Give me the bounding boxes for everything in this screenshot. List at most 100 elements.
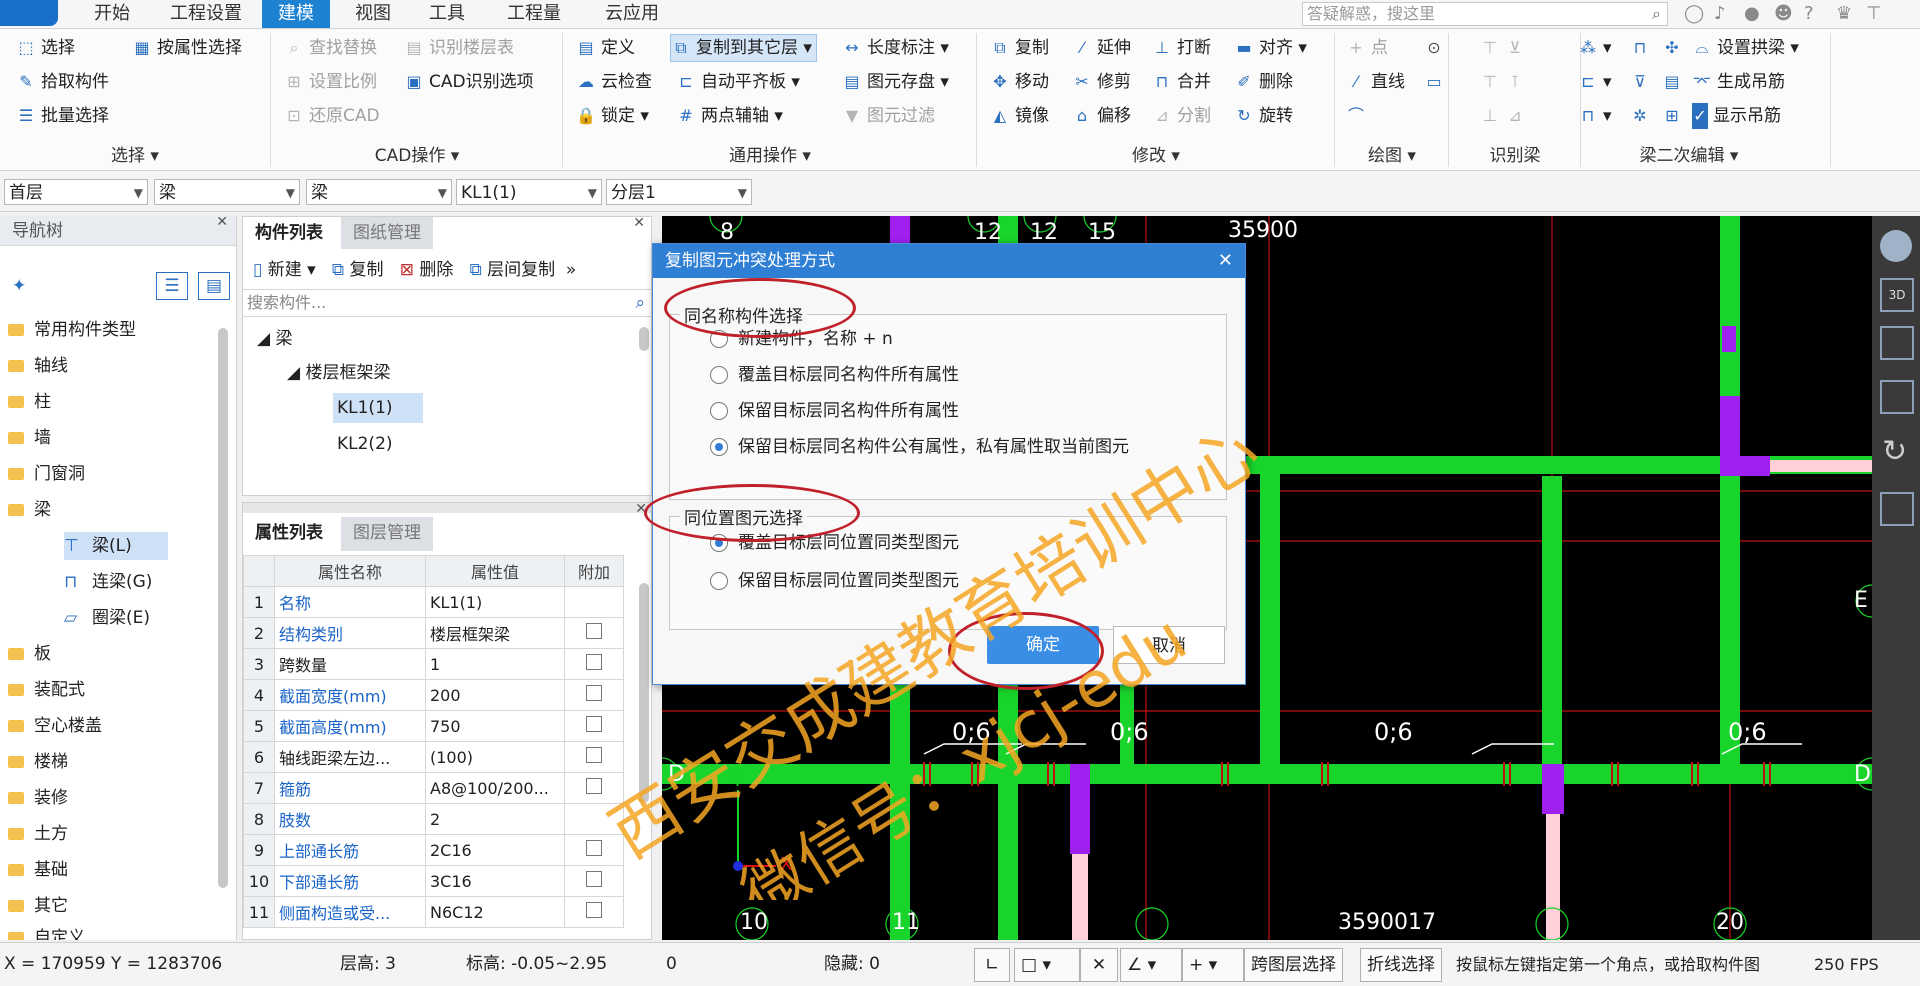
property-row[interactable]: 10 下部通长筋 3C16 bbox=[243, 865, 624, 897]
beam-tool-9-button[interactable]: ⊞ bbox=[1662, 103, 1687, 129]
nav-item-beam[interactable]: 梁 bbox=[8, 496, 51, 524]
break-button[interactable]: ⊥ 打断 bbox=[1152, 35, 1211, 61]
tree-node-kl1[interactable]: KL1(1) bbox=[333, 393, 423, 423]
draw-circle-button[interactable]: ⊙ bbox=[1424, 35, 1449, 61]
generate-hanger-bar-button[interactable]: ⌤ 生成吊筋 bbox=[1692, 69, 1785, 95]
property-value[interactable]: 2C16 bbox=[425, 834, 565, 866]
beam-tool-6-button[interactable]: ▤ bbox=[1662, 69, 1687, 95]
property-row[interactable]: 7 箍筋 A8@100/200... bbox=[243, 772, 624, 804]
chat-icon[interactable]: ● bbox=[1744, 3, 1760, 24]
property-attach-cell[interactable] bbox=[564, 648, 624, 680]
menu-tab-tools[interactable]: 工具 bbox=[414, 0, 480, 28]
cad-identify-options-button[interactable]: ▣ CAD识别选项 bbox=[404, 69, 533, 95]
nav-item-prefab[interactable]: 装配式 bbox=[8, 676, 85, 704]
delete-component-button[interactable]: ⊠ 删除 bbox=[400, 260, 454, 280]
detail-view-icon[interactable]: ▤ bbox=[198, 272, 230, 300]
search-icon[interactable]: ⌕ bbox=[635, 290, 645, 316]
view-settings-icon[interactable] bbox=[1880, 492, 1914, 526]
property-row[interactable]: 2 结构类别 楼层框架梁 bbox=[243, 617, 624, 649]
property-value[interactable]: KL1(1) bbox=[425, 586, 565, 618]
skin-icon[interactable]: ♛ bbox=[1836, 3, 1852, 24]
menu-tab-modeling[interactable]: 建模 bbox=[262, 0, 330, 28]
tab-property-list[interactable]: 属性列表 bbox=[243, 517, 335, 551]
property-row[interactable]: 6 轴线距梁左边... (100) bbox=[243, 741, 624, 773]
menu-tab-cloud[interactable]: 云应用 bbox=[588, 0, 676, 28]
draw-arc-button[interactable]: ⌒ bbox=[1346, 103, 1371, 129]
move-button[interactable]: ✥ 移动 bbox=[990, 69, 1049, 95]
nav-item-wall[interactable]: 墙 bbox=[8, 424, 51, 452]
beam-tool-2-button[interactable]: ⊓ bbox=[1630, 35, 1655, 61]
property-value[interactable]: N6C12 bbox=[425, 896, 565, 928]
identify-beam-rebar-button[interactable]: ⊥ ⊿ bbox=[1480, 103, 1530, 129]
component-category-select[interactable]: 梁 ▼ bbox=[154, 179, 300, 205]
new-component-button[interactable]: ▯ 新建 ▾ bbox=[253, 260, 316, 280]
pick-component-button[interactable]: ✎ 拾取构件 bbox=[16, 69, 109, 95]
property-attach-cell[interactable] bbox=[564, 772, 624, 804]
service-icon[interactable]: ☻ bbox=[1774, 3, 1793, 24]
ribbon-group-select-label[interactable]: 选择 ▾ bbox=[0, 145, 270, 167]
property-scrollbar[interactable] bbox=[639, 583, 649, 803]
ribbon-group-beam-edit-label[interactable]: 梁二次编辑 ▾ bbox=[1582, 145, 1796, 167]
attach-checkbox[interactable] bbox=[586, 871, 602, 887]
component-type-select[interactable]: 梁 ▼ bbox=[306, 179, 452, 205]
nav-item-link-beam[interactable]: ⊓ 连梁(G) bbox=[64, 568, 152, 596]
batch-select-button[interactable]: ☰ 批量选择 bbox=[16, 103, 109, 129]
component-select[interactable]: KL1(1) ▼ bbox=[456, 179, 602, 205]
bell-icon[interactable]: ♪ bbox=[1714, 3, 1726, 24]
merge-button[interactable]: ⊓ 合并 bbox=[1152, 69, 1211, 95]
property-row[interactable]: 3 跨数量 1 bbox=[243, 648, 624, 680]
extend-button[interactable]: ⁄ 延伸 bbox=[1072, 35, 1131, 61]
property-row[interactable]: 8 肢数 2 bbox=[243, 803, 624, 835]
nav-item-column[interactable]: 柱 bbox=[8, 388, 51, 416]
auto-align-slab-button[interactable]: ⊏ 自动平齐板 ▾ bbox=[676, 69, 800, 95]
menu-tab-project-settings[interactable]: 工程设置 bbox=[158, 0, 254, 28]
attach-checkbox[interactable] bbox=[586, 654, 602, 670]
menu-tab-view[interactable]: 视图 bbox=[340, 0, 406, 28]
snap-toggle[interactable]: □ ▾ bbox=[1014, 948, 1080, 982]
ribbon-group-cad-label[interactable]: CAD操作 ▾ bbox=[272, 145, 562, 167]
sublayer-select[interactable]: 分层1 ▼ bbox=[606, 179, 752, 205]
attach-checkbox[interactable] bbox=[586, 623, 602, 639]
attach-checkbox[interactable] bbox=[586, 778, 602, 794]
nav-item-beam-l[interactable]: ⊤ 梁(L) bbox=[64, 532, 168, 560]
offset-button[interactable]: ⌂ 偏移 bbox=[1072, 103, 1131, 129]
set-scale-button[interactable]: ⊞ 设置比例 bbox=[284, 69, 377, 95]
copy-button[interactable]: ⧉ 复制 bbox=[990, 35, 1049, 61]
property-attach-cell[interactable] bbox=[564, 710, 624, 742]
view-top-icon[interactable] bbox=[1880, 326, 1914, 360]
split-button[interactable]: ⊿ 分割 bbox=[1152, 103, 1211, 129]
search-icon[interactable]: ⌕ bbox=[1652, 3, 1661, 25]
identify-floor-table-button[interactable]: ▤ 识别楼层表 bbox=[404, 35, 514, 61]
property-attach-cell[interactable] bbox=[564, 834, 624, 866]
radio-keep-all[interactable]: 保留目标层同名构件所有属性 bbox=[710, 397, 959, 425]
tab-drawing-management[interactable]: 图纸管理 bbox=[341, 217, 433, 249]
show-hanger-bar-checkbox[interactable]: ✓ 显示吊筋 bbox=[1692, 103, 1781, 129]
view-3d-icon[interactable]: 3D bbox=[1880, 278, 1914, 312]
app-logo[interactable] bbox=[0, 0, 58, 26]
beam-tool-5-button[interactable]: ⊽ bbox=[1630, 69, 1655, 95]
property-row[interactable]: 4 截面宽度(mm) 200 bbox=[243, 679, 624, 711]
select-button[interactable]: ⬚ 选择 bbox=[16, 35, 75, 61]
nav-item-other[interactable]: 其它 bbox=[8, 892, 68, 920]
mirror-button[interactable]: ◭ 镜像 bbox=[990, 103, 1049, 129]
copy-component-button[interactable]: ⧉ 复制 bbox=[332, 260, 384, 280]
save-elements-button[interactable]: ▤ 图元存盘 ▾ bbox=[842, 69, 949, 95]
nav-item-stairs[interactable]: 楼梯 bbox=[8, 748, 68, 776]
property-attach-cell[interactable] bbox=[564, 617, 624, 649]
close-icon[interactable]: ✕ bbox=[633, 216, 645, 230]
polyline-select-button[interactable]: 折线选择 bbox=[1360, 948, 1442, 982]
align-button[interactable]: ▬ 对齐 ▾ bbox=[1234, 35, 1307, 61]
restore-cad-button[interactable]: ⊡ 还原CAD bbox=[284, 103, 379, 129]
property-value[interactable]: 1 bbox=[425, 648, 565, 680]
attach-checkbox[interactable] bbox=[586, 902, 602, 918]
component-scrollbar[interactable] bbox=[639, 327, 649, 351]
beam-tool-7-button[interactable]: ⊓ ▾ bbox=[1578, 103, 1612, 129]
nav-item-slab[interactable]: 板 bbox=[8, 640, 51, 668]
property-attach-cell[interactable] bbox=[564, 896, 624, 928]
ribbon-group-draw-label[interactable]: 绘图 ▾ bbox=[1336, 145, 1448, 167]
help-icon[interactable]: ? bbox=[1804, 3, 1814, 24]
define-button[interactable]: ▤ 定义 bbox=[576, 35, 635, 61]
property-value[interactable]: 楼层框架梁 bbox=[425, 617, 565, 649]
nav-item-ring-beam[interactable]: ▱ 圈梁(E) bbox=[64, 604, 150, 632]
property-attach-cell[interactable] bbox=[564, 865, 624, 897]
